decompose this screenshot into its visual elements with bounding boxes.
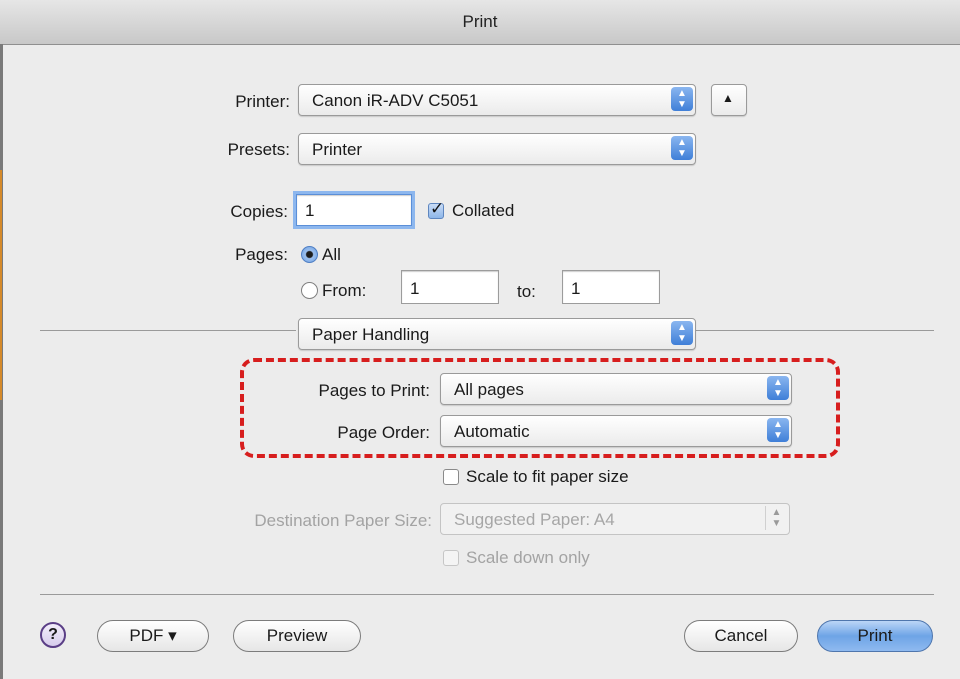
copies-value: 1 [305, 201, 315, 220]
pages-from-input[interactable]: 1 [401, 270, 499, 304]
background-window-edge [0, 170, 2, 400]
page-order-label: Page Order: [337, 423, 430, 442]
pages-all-label: All [322, 245, 341, 264]
updown-arrows-icon: ▲ ▼ [765, 506, 787, 530]
updown-arrows-icon: ▲ ▼ [671, 136, 693, 160]
destination-paper-size-value: Suggested Paper: A4 [454, 510, 615, 529]
pdf-menu-button[interactable]: PDF ▾ [97, 620, 209, 652]
separator-right [696, 330, 934, 331]
pages-to-label: to: [517, 282, 536, 301]
pages-from-value: 1 [410, 279, 420, 298]
pages-from-label: From: [322, 281, 367, 300]
pages-to-print-label: Pages to Print: [318, 381, 430, 400]
collated-label: Collated [452, 201, 515, 220]
panel-popup[interactable]: Paper Handling ▲ ▼ [298, 318, 696, 350]
preview-button[interactable]: Preview [233, 620, 361, 652]
pages-all-radio[interactable] [301, 246, 318, 263]
presets-popup[interactable]: Printer ▲ ▼ [298, 133, 696, 165]
disclosure-triangle-icon: ▲ [722, 91, 734, 105]
print-button[interactable]: Print [817, 620, 933, 652]
scale-to-fit-checkbox[interactable] [443, 469, 459, 485]
presets-label: Presets: [227, 140, 290, 159]
pages-to-print-popup[interactable]: All pages ▲ ▼ [440, 373, 792, 405]
updown-arrows-icon: ▲ ▼ [671, 321, 693, 345]
pages-to-value: 1 [571, 279, 581, 298]
destination-paper-size-label: Destination Paper Size: [254, 511, 432, 530]
separator-bottom [40, 594, 934, 595]
page-order-value: Automatic [454, 422, 530, 441]
copies-label: Copies: [230, 202, 288, 221]
printer-popup[interactable]: Canon iR-ADV C5051 ▲ ▼ [298, 84, 696, 116]
pages-from-radio[interactable] [301, 282, 318, 299]
destination-paper-size-popup[interactable]: Suggested Paper: A4 ▲ ▼ [440, 503, 790, 535]
updown-arrows-icon: ▲ ▼ [767, 418, 789, 442]
pages-label: Pages: [235, 245, 288, 264]
panel-value: Paper Handling [312, 325, 430, 344]
window-title: Print [462, 12, 498, 31]
collated-checkbox[interactable] [428, 199, 444, 219]
printer-value: Canon iR-ADV C5051 [312, 91, 479, 110]
pages-to-print-value: All pages [454, 380, 524, 399]
updown-arrows-icon: ▲ ▼ [671, 87, 693, 111]
page-order-popup[interactable]: Automatic ▲ ▼ [440, 415, 792, 447]
cancel-button[interactable]: Cancel [684, 620, 798, 652]
separator-left [40, 330, 296, 331]
help-button[interactable]: ? [40, 622, 66, 648]
pages-to-input[interactable]: 1 [562, 270, 660, 304]
scale-to-fit-label: Scale to fit paper size [466, 467, 629, 486]
scale-down-only-label: Scale down only [466, 548, 590, 567]
disclosure-button[interactable]: ▲ [711, 84, 747, 116]
printer-label: Printer: [235, 92, 290, 111]
scale-down-only-checkbox[interactable] [443, 550, 459, 566]
title-bar: Print [0, 0, 960, 45]
presets-value: Printer [312, 140, 363, 159]
copies-input[interactable]: 1 [296, 194, 412, 226]
updown-arrows-icon: ▲ ▼ [767, 376, 789, 400]
